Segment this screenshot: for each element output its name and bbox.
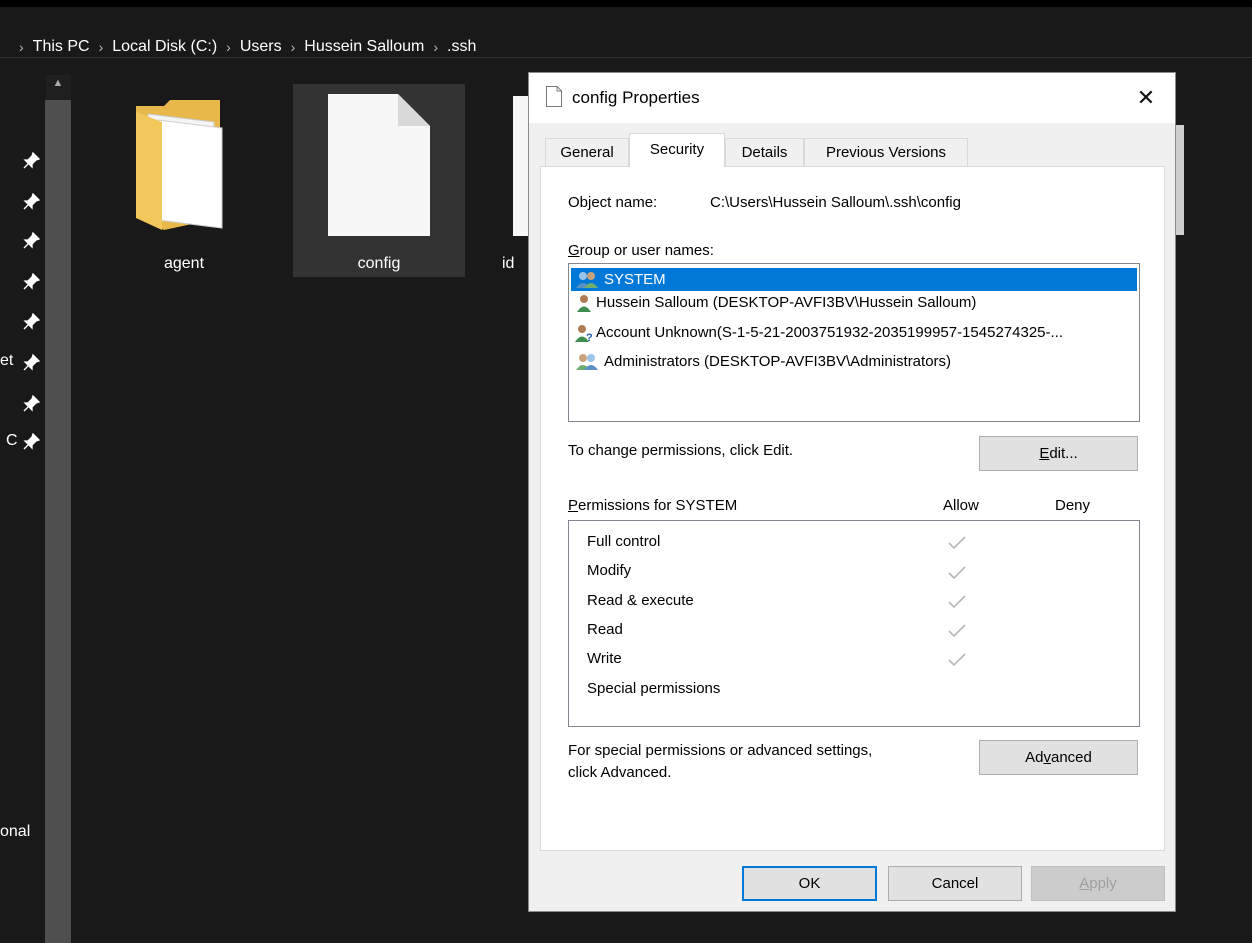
permission-write: Write — [587, 650, 622, 667]
pin-icon[interactable] — [22, 431, 42, 451]
nav-item-partial-label[interactable]: et — [0, 352, 13, 370]
breadcrumb-ssh[interactable]: .ssh — [447, 38, 476, 56]
allow-check-icon — [948, 624, 966, 638]
security-tab-panel: Object name: C:\Users\Hussein Salloum\.s… — [540, 166, 1165, 851]
pin-icon[interactable] — [22, 150, 42, 170]
allow-check-icon — [948, 536, 966, 550]
breadcrumb-separator-icon[interactable]: › — [291, 39, 296, 55]
label-text: roup or user names: — [579, 242, 714, 259]
close-button[interactable]: ✕ — [1125, 80, 1167, 116]
file-icon — [328, 94, 430, 236]
user-name: Account Unknown(S-1-5-21-2003751932-2035… — [596, 324, 1064, 341]
deny-column-header: Deny — [1055, 497, 1091, 514]
background-window-edge — [1175, 125, 1184, 235]
tab-security[interactable]: Security — [629, 133, 725, 167]
change-permissions-hint: To change permissions, click Edit. — [568, 442, 794, 459]
list-item-account-unknown[interactable]: ? Account Unknown(S-1-5-21-2003751932-20… — [575, 321, 1063, 344]
document-icon — [546, 86, 562, 107]
special-permissions-hint-line2: click Advanced. — [568, 764, 672, 781]
group-users-icon — [576, 353, 598, 370]
svg-text:?: ? — [586, 332, 593, 342]
pin-icon[interactable] — [22, 311, 42, 331]
allow-check-icon — [948, 653, 966, 667]
button-label: Ad — [1025, 749, 1044, 766]
permission-full-control: Full control — [587, 533, 661, 550]
permission-special: Special permissions — [587, 680, 721, 697]
breadcrumb-separator-icon: › — [19, 39, 24, 55]
file-name-label: config — [357, 255, 401, 272]
pin-icon[interactable] — [22, 393, 42, 413]
user-name: SYSTEM — [604, 271, 666, 288]
user-name: Hussein Salloum (DESKTOP-AVFI3BV\Hussein… — [596, 294, 977, 311]
unknown-user-icon: ? — [575, 324, 593, 342]
pin-icon[interactable] — [22, 230, 42, 250]
file-icon — [513, 96, 528, 236]
breadcrumb-local-disk[interactable]: Local Disk (C:) — [112, 38, 217, 56]
list-item-system[interactable]: SYSTEM — [571, 268, 1137, 291]
advanced-button[interactable]: Advanced — [979, 740, 1138, 775]
apply-button[interactable]: Apply — [1031, 866, 1165, 901]
access-key: v — [1043, 749, 1051, 766]
user-list[interactable]: SYSTEM Hussein Salloum (DESKTOP-AVFI3BV\… — [568, 263, 1140, 422]
nav-scrollbar-thumb[interactable] — [45, 100, 71, 943]
ok-button[interactable]: OK — [742, 866, 877, 901]
breadcrumb: › This PC › Local Disk (C:) › Users › Hu… — [10, 35, 476, 59]
edit-button[interactable]: Edit... — [979, 436, 1138, 471]
breadcrumb-users[interactable]: Users — [240, 38, 282, 56]
permissions-label: Permissions for SYSTEM — [568, 497, 737, 514]
access-key: A — [1079, 875, 1090, 892]
dialog-title: config Properties — [572, 88, 700, 107]
tab-details[interactable]: Details — [725, 138, 804, 166]
breadcrumb-user-folder[interactable]: Hussein Salloum — [304, 38, 424, 56]
allow-check-icon — [948, 566, 966, 580]
address-bar[interactable]: › This PC › Local Disk (C:) › Users › Hu… — [0, 7, 1252, 58]
list-item-user[interactable]: Hussein Salloum (DESKTOP-AVFI3BV\Hussein… — [575, 291, 976, 314]
group-users-icon — [576, 271, 598, 288]
breadcrumb-separator-icon[interactable]: › — [433, 39, 438, 55]
user-icon — [577, 294, 591, 312]
object-name-label: Object name: — [568, 194, 658, 211]
special-permissions-hint-line1: For special permissions or advanced sett… — [568, 742, 873, 759]
breadcrumb-separator-icon[interactable]: › — [99, 39, 104, 55]
tab-previous-versions[interactable]: Previous Versions — [804, 138, 968, 166]
access-key: P — [568, 497, 579, 514]
permission-read-execute: Read & execute — [587, 592, 694, 609]
scroll-up-arrow-icon[interactable]: ▲ — [50, 77, 66, 93]
allow-column-header: Allow — [943, 497, 979, 514]
file-name-label: id — [502, 255, 515, 272]
nav-item-partial-label[interactable]: C — [6, 432, 18, 450]
nav-item-partial-label[interactable]: onal — [0, 823, 30, 841]
properties-dialog: config Properties ✕ General Security Det… — [528, 72, 1176, 912]
file-item-config[interactable]: config — [293, 84, 465, 277]
group-or-user-names-label: Group or user names: — [568, 242, 714, 259]
file-item-agent[interactable]: agent — [98, 84, 270, 277]
button-label: dit... — [1049, 445, 1078, 462]
list-item-administrators[interactable]: Administrators (DESKTOP-AVFI3BV\Administ… — [575, 350, 951, 373]
file-name-label: agent — [163, 255, 205, 272]
permission-modify: Modify — [587, 562, 632, 579]
label-text: ermissions for SYSTEM — [578, 497, 738, 514]
file-item-id[interactable]: id — [488, 84, 528, 277]
button-label: anced — [1050, 749, 1092, 766]
pin-icon[interactable] — [22, 191, 42, 211]
pin-icon[interactable] — [22, 352, 42, 372]
permissions-list[interactable]: Full control Modify Read & execute Read … — [568, 520, 1140, 727]
cancel-button[interactable]: Cancel — [888, 866, 1022, 901]
access-key: E — [1039, 445, 1050, 462]
pin-icon[interactable] — [22, 271, 42, 291]
permission-read: Read — [587, 621, 623, 638]
breadcrumb-this-pc[interactable]: This PC — [33, 38, 90, 56]
button-label: pply — [1089, 875, 1117, 892]
access-key: G — [568, 242, 580, 259]
object-name-value: C:\Users\Hussein Salloum\.ssh\config — [710, 194, 961, 211]
window-top-edge — [0, 0, 1252, 7]
allow-check-icon — [948, 595, 966, 609]
tab-general[interactable]: General — [545, 138, 629, 166]
folder-icon — [136, 100, 223, 230]
dialog-title-bar[interactable]: config Properties ✕ — [529, 73, 1175, 123]
breadcrumb-separator-icon[interactable]: › — [226, 39, 231, 55]
user-name: Administrators (DESKTOP-AVFI3BV\Administ… — [604, 353, 952, 370]
